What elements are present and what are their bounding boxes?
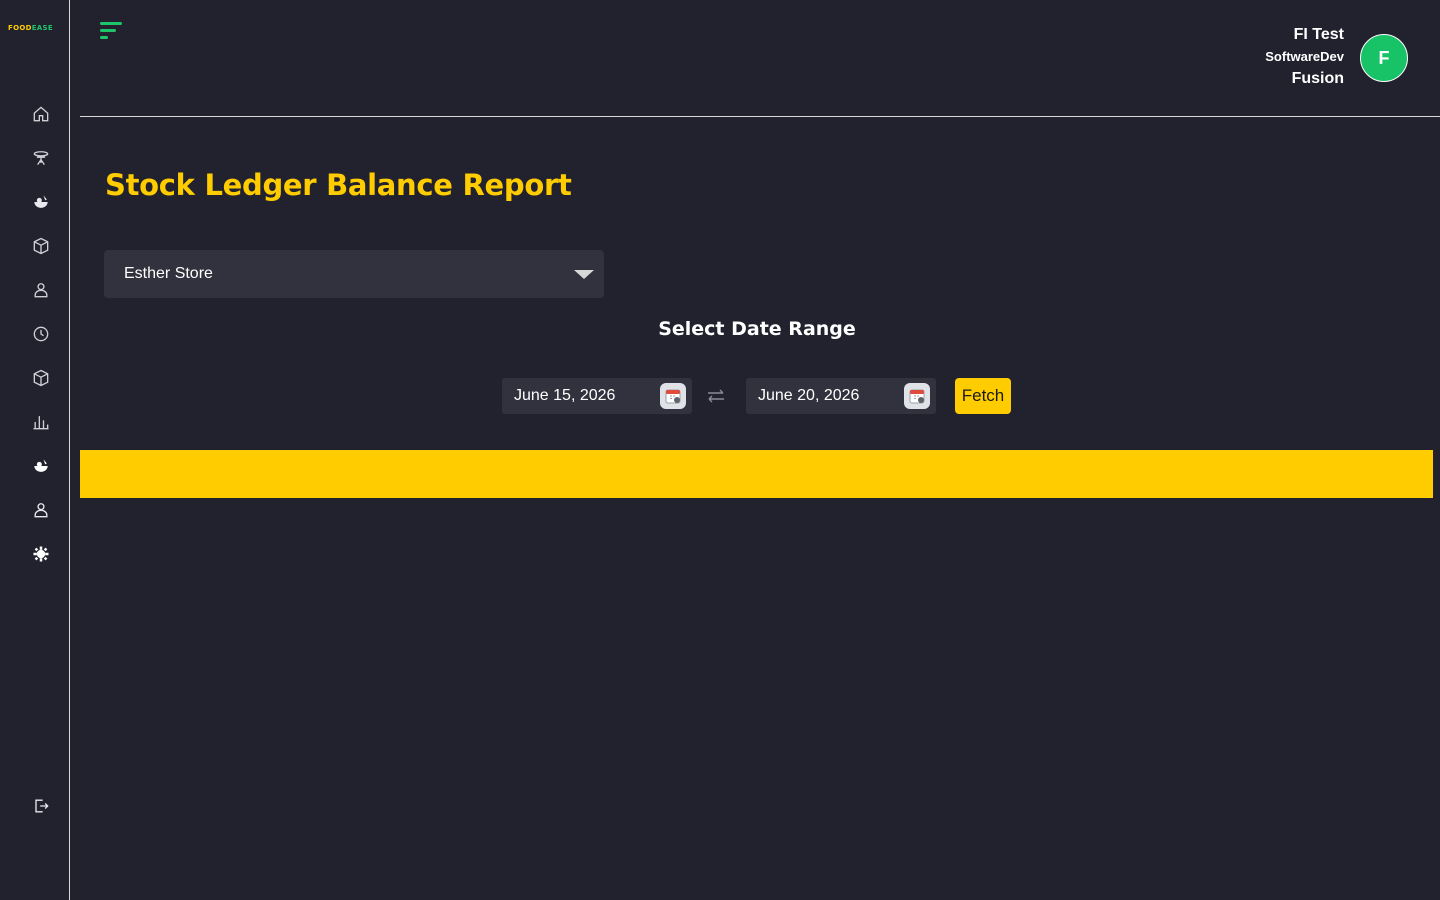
fetch-button[interactable]: Fetch (955, 378, 1011, 414)
box-icon (33, 237, 49, 255)
user-role: SoftwareDev (1265, 49, 1344, 64)
end-date-input[interactable]: June 20, 2026 (746, 378, 936, 414)
menu-lines-icon (100, 22, 122, 39)
user-profile-icon (34, 503, 48, 518)
sidebar-item-users[interactable] (29, 498, 53, 522)
chevron-down-icon (574, 270, 594, 279)
swap-arrows-icon (708, 389, 724, 403)
user-icon (34, 283, 48, 298)
dining-table-icon (33, 151, 49, 166)
user-name: FI Test (1293, 26, 1344, 43)
calendar-icon[interactable] (660, 383, 686, 409)
start-date-value: June 15, 2026 (514, 387, 616, 404)
sidebar-item-menu[interactable] (29, 190, 53, 214)
bar-chart-icon (33, 416, 49, 430)
calendar-glyph-icon (665, 389, 681, 404)
sidebar-item-inventory[interactable] (29, 234, 53, 258)
sidebar-item-history[interactable] (29, 322, 53, 346)
store-select[interactable]: Esther Store (104, 250, 604, 298)
home-icon (33, 106, 49, 122)
gear-icon (33, 546, 49, 562)
date-range-label: Select Date Range (658, 318, 856, 340)
sidebar-item-settings[interactable] (29, 542, 53, 566)
brand-logo[interactable]: FOODEASE (8, 24, 53, 32)
header-divider (80, 116, 1440, 117)
menu-toggle-button[interactable] (98, 20, 124, 42)
sidebar: FOODEASE (0, 0, 70, 900)
logout-icon (35, 799, 49, 813)
avatar-initial: F (1378, 47, 1390, 68)
main-content: FI Test SoftwareDev Fusion F Stock Ledge… (70, 0, 1440, 900)
sidebar-item-customers[interactable] (29, 278, 53, 302)
avatar[interactable]: F (1360, 34, 1408, 82)
sidebar-item-tables[interactable] (29, 146, 53, 170)
user-company: Fusion (1291, 70, 1344, 87)
calendar-icon[interactable] (904, 383, 930, 409)
start-date-input[interactable]: June 15, 2026 (502, 378, 692, 414)
calendar-glyph-icon (909, 389, 925, 404)
package-icon (33, 369, 49, 387)
food-bowl-icon (34, 195, 48, 208)
logout-button[interactable] (29, 794, 53, 818)
sidebar-item-home[interactable] (29, 102, 53, 126)
store-select-value: Esther Store (124, 265, 213, 282)
sidebar-item-reports[interactable] (29, 410, 53, 434)
user-info: FI Test SoftwareDev Fusion (1265, 24, 1344, 90)
sidebar-item-food[interactable] (29, 454, 53, 478)
sidebar-item-stock[interactable] (29, 366, 53, 390)
end-date-value: June 20, 2026 (758, 387, 860, 404)
page-title: Stock Ledger Balance Report (105, 168, 572, 202)
food-basket-icon (34, 459, 48, 472)
clock-icon (33, 326, 49, 342)
report-header-bar (80, 450, 1433, 498)
